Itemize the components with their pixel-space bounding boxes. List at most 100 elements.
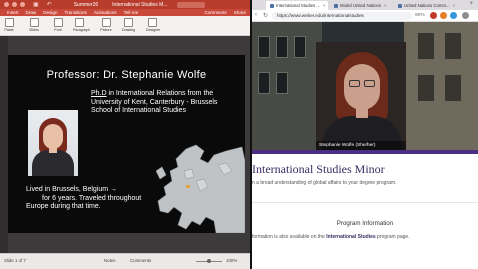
notes-button[interactable]: Notes [104,258,115,263]
minimize-window-button[interactable] [12,2,17,7]
lived-line-3: Europe during that time. [26,203,101,211]
professor-photo [28,110,78,176]
tab-draw[interactable]: Draw [26,10,37,15]
tab-transitions[interactable]: Transitions [65,10,87,15]
zoom-level: 100% [226,258,238,263]
tab-favicon [334,3,338,8]
tab-favicon [270,3,274,8]
browser-window: International Studies ... × Model United… [252,0,478,269]
browser-tab-model-un[interactable]: Model United Nations × [330,1,392,10]
tab-design[interactable]: Design [43,10,57,15]
slide-counter: Slide 1 of 7 [4,258,26,263]
hero-window [258,72,270,94]
program-info-heading: Program Information [336,220,394,227]
designer-icon [147,18,157,27]
tab-animations[interactable]: Animations [94,10,117,15]
ppt-ribbon-toolbar: Paste Slides Font Paragraph Picture Draw… [0,16,250,36]
close-tab-icon[interactable]: × [384,3,387,8]
cam-glasses-left [349,80,360,87]
slide-thumbnails-pane[interactable] [0,36,8,253]
browser-toolbar: ‹ ↻ https://www.weber.edu/internationals… [252,10,478,22]
hero-window [276,72,288,94]
status-comments-button[interactable]: Comments [130,258,151,263]
window-controls [4,2,25,7]
paragraph-icon [74,18,84,27]
webcam-overlay[interactable]: Stephanie Wolfe (She/her) [316,42,406,150]
close-tab-icon[interactable]: × [323,3,326,8]
current-slide[interactable]: Professor: Dr. Stephanie Wolfe Ph.D in I… [8,55,245,233]
back-icon[interactable]: ‹ [255,12,257,18]
phd-description: in International Relations from the Univ… [91,90,218,115]
lived-line-1: Lived in Brussels, Belgium → [26,186,118,193]
hero-window [444,74,462,102]
paste-label: Paste [4,28,14,32]
page-heading: International Studies Minor [252,162,385,176]
ppt-search-box[interactable] [177,1,206,8]
info-text-end: program page. [375,234,410,240]
ppt-status-bar: Slide 1 of 7 Notes Comments 100% [0,253,250,269]
tab-label: Model United Nations [340,3,382,8]
zoom-slider-knob[interactable] [207,259,211,263]
slides-label: Slides [29,28,39,32]
slides-icon [29,18,39,27]
drawing-button[interactable]: Drawing [122,18,135,32]
ppt-title-bar: ▣ ↶ Summer26 International Studies M... [0,0,250,9]
ppt-document-name: Summer26 [73,1,99,8]
phd-link: Ph.D [91,90,107,97]
photo-body [32,150,74,176]
drawing-icon [123,18,133,27]
hero-window [417,74,435,102]
paragraph-label: Paragraph [73,28,90,32]
slide-title: Professor: Dr. Stephanie Wolfe [46,69,207,81]
cam-glasses-right [364,80,375,87]
extension-icon[interactable] [440,12,447,19]
close-tab-icon[interactable]: × [453,3,456,8]
browser-tab-international-studies[interactable]: International Studies ... × [266,1,328,10]
info-text-start: formation is also available on the [252,234,327,240]
save-icon[interactable]: ▣ [33,1,39,8]
tab-insert[interactable]: Insert [7,10,19,15]
profile-avatar[interactable] [462,12,469,19]
webcam-name-label: Stephanie Wolfe (She/her) [316,141,406,150]
undo-icon[interactable]: ↶ [47,1,52,8]
hero-window [276,36,288,58]
font-button[interactable]: Font [52,18,64,32]
paste-button[interactable]: Paste [3,18,15,32]
belgium-highlight [186,185,190,188]
reload-icon[interactable]: ↻ [263,12,268,19]
international-studies-link[interactable]: International Studies [326,234,375,240]
cam-face [344,64,380,110]
zoom-window-button[interactable] [20,2,25,7]
presentation-app: ▣ ↶ Summer26 International Studies M... … [0,0,250,269]
purple-accent-bar [252,150,478,154]
europe-map [156,144,245,233]
browser-tab-bar: International Studies ... × Model United… [252,0,478,10]
ppt-ribbon-tabs: Insert Draw Design Transitions Animation… [0,9,250,16]
tab-tell-me[interactable]: Tell me [124,10,139,15]
hero-window [444,32,462,60]
lived-text: Lived in Brussels, Belgium → for 6 years… [26,186,166,212]
new-tab-icon[interactable]: + [469,1,473,7]
close-window-button[interactable] [4,2,9,7]
picture-label: Picture [100,28,112,32]
address-bar[interactable]: https://www.weber.edu/internationalstudi… [272,12,412,20]
tab-label: International Studies ... [276,3,320,8]
hero-wall [404,22,478,150]
share-button[interactable]: Share [234,10,246,15]
font-label: Font [54,28,62,32]
designer-button[interactable]: Designer [146,18,160,32]
hero-window [417,32,435,60]
slides-button[interactable]: Slides [28,18,40,32]
extension-icon[interactable] [450,12,457,19]
browser-tab-un-comm[interactable]: United Nations Comm... × [394,1,460,10]
extension-icon[interactable] [430,12,437,19]
paragraph-button[interactable]: Paragraph [73,18,90,32]
comments-button[interactable]: Comments [205,10,227,15]
photo-face [43,124,63,149]
tab-label: United Nations Comm... [404,3,450,8]
program-info-text: formation is also available on the Inter… [252,234,478,240]
font-icon [53,18,63,27]
page-zoom-indicator[interactable]: 90% [415,13,425,18]
lived-line-2: for 6 years. Traveled throughout [42,194,142,202]
picture-button[interactable]: Picture [100,18,112,32]
